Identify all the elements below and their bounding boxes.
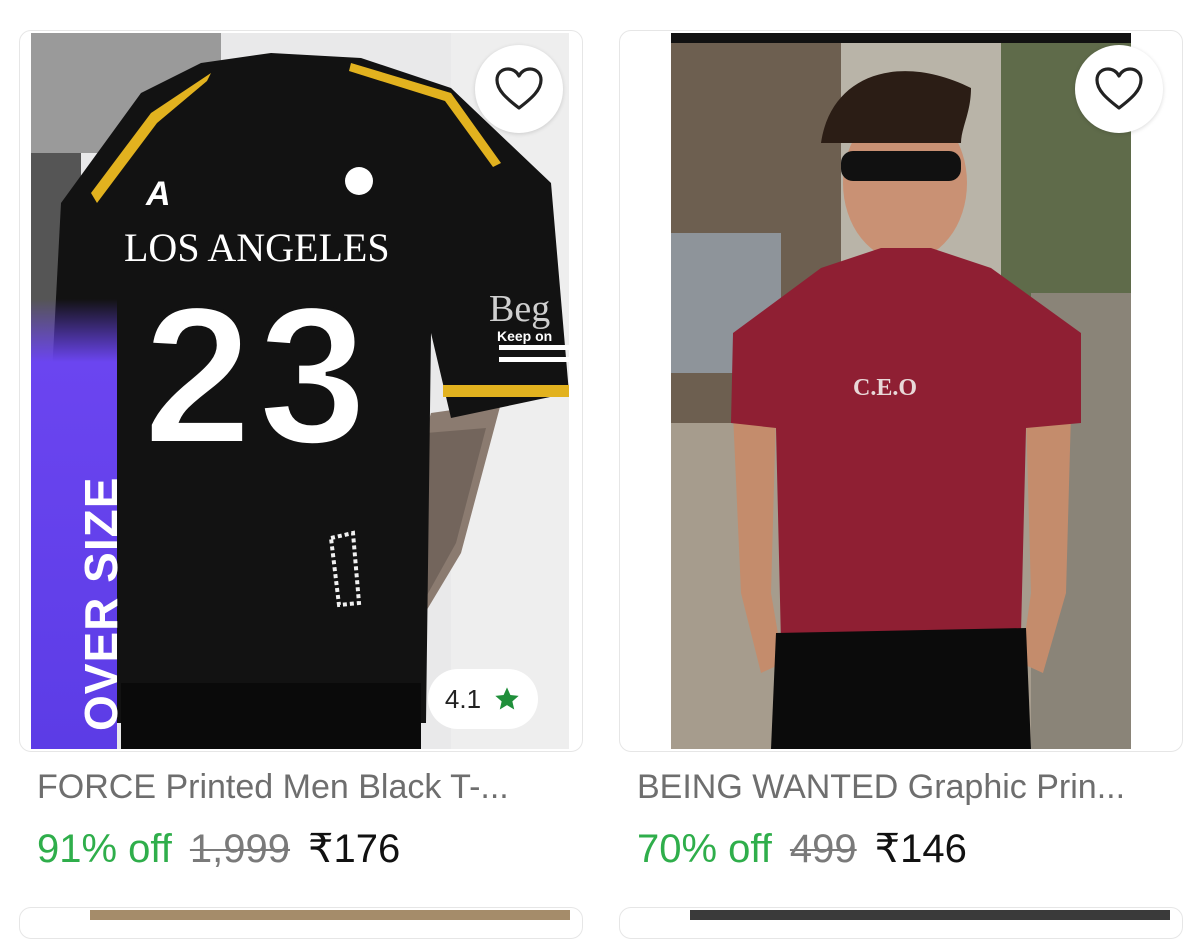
discount-text: 70% off — [637, 827, 772, 871]
svg-text:A: A — [145, 175, 171, 213]
price-row: 70% off 499 ₹146 — [637, 826, 967, 872]
price-row: 91% off 1,999 ₹176 — [37, 826, 400, 872]
original-price: 499 — [789, 827, 857, 871]
heart-outline-icon — [1095, 67, 1143, 110]
product-card-next[interactable] — [19, 907, 583, 939]
original-price: 1,999 — [189, 827, 291, 871]
product-card-next[interactable] — [619, 907, 1183, 939]
product-title[interactable]: BEING WANTED Graphic Prin... — [637, 768, 1157, 807]
wishlist-button[interactable] — [475, 45, 563, 133]
oversize-badge-label: OVER SIZE — [75, 476, 127, 731]
product-image-peek — [90, 910, 570, 920]
product-image-peek — [690, 910, 1170, 920]
sleeve-print-text: Beg — [489, 288, 550, 330]
rating-badge: 4.1 — [428, 669, 538, 729]
product-image[interactable]: C.E.O — [671, 33, 1131, 749]
discount-text: 91% off — [37, 827, 172, 871]
star-icon — [495, 687, 519, 710]
rating-value: 4.1 — [444, 683, 482, 714]
print-number-text: 23 — [143, 266, 373, 485]
heart-outline-icon — [495, 67, 543, 110]
print-logo-text: C.E.O — [853, 375, 917, 401]
selling-price: ₹146 — [874, 827, 967, 871]
selling-price: ₹176 — [308, 827, 401, 871]
product-photo-being-wanted: C.E.O — [671, 33, 1131, 749]
product-card-being-wanted[interactable]: C.E.O — [619, 30, 1183, 752]
print-city-text: LOS ANGELES — [124, 225, 390, 270]
product-title[interactable]: FORCE Printed Men Black T-... — [37, 768, 557, 807]
product-card-force[interactable]: A LOS ANGELES 23 Beg Keep on OVER SIZE 4… — [19, 30, 583, 752]
wishlist-button[interactable] — [1075, 45, 1163, 133]
sleeve-small-text: Keep on — [497, 328, 552, 344]
